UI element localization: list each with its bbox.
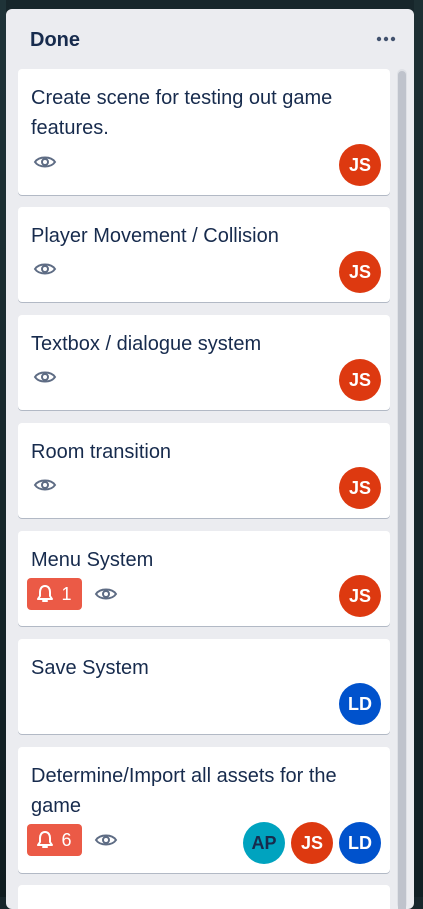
- card-title: Save System: [31, 657, 149, 679]
- eye-icon: [33, 261, 57, 277]
- card-title: Textbox / dialogue system: [31, 333, 262, 355]
- notification-badge[interactable]: 1: [27, 578, 82, 610]
- avatar-ld[interactable]: LD: [339, 822, 381, 864]
- list-title[interactable]: Done: [30, 29, 80, 52]
- bell-icon: [37, 585, 54, 602]
- eye-icon: [33, 477, 57, 493]
- list-header: Done: [6, 9, 414, 69]
- avatar-js[interactable]: JS: [339, 144, 381, 186]
- list-scrollbar[interactable]: [397, 69, 407, 909]
- card-create-scene[interactable]: Create scene for testing out game featur…: [18, 69, 390, 195]
- avatar-js[interactable]: JS: [339, 251, 381, 293]
- avatar-ap[interactable]: AP: [243, 822, 285, 864]
- avatar-js[interactable]: JS: [339, 359, 381, 401]
- card-title: Determine/Import all assets for the game: [31, 765, 337, 817]
- card-title: Player Movement / Collision: [31, 225, 279, 247]
- avatar-js[interactable]: JS: [339, 575, 381, 617]
- avatar-js[interactable]: JS: [339, 467, 381, 509]
- board-background-right: [414, 0, 423, 897]
- notification-count: 6: [61, 829, 72, 850]
- card-player-movement[interactable]: Player Movement / Collision JS: [18, 207, 390, 302]
- card-partial[interactable]: [18, 885, 390, 909]
- card-room-transition[interactable]: Room transition JS: [18, 423, 390, 518]
- list-menu-button[interactable]: [372, 27, 400, 51]
- avatar-js[interactable]: JS: [291, 822, 333, 864]
- bell-icon: [37, 831, 54, 848]
- card-title: Create scene for testing out game featur…: [31, 87, 333, 139]
- notification-badge[interactable]: 6: [27, 824, 82, 856]
- eye-icon: [33, 369, 57, 385]
- card-save-system[interactable]: Save System LD: [18, 639, 390, 734]
- eye-icon: [33, 154, 57, 170]
- eye-icon: [94, 586, 118, 602]
- list-done: Done Create scene for testing out game f…: [6, 9, 414, 909]
- card-textbox-dialogue[interactable]: Textbox / dialogue system JS: [18, 315, 390, 410]
- eye-icon: [94, 832, 118, 848]
- notification-count: 1: [61, 583, 72, 604]
- card-title: Menu System: [31, 549, 154, 571]
- avatar-ld[interactable]: LD: [339, 683, 381, 725]
- card-determine-import-assets[interactable]: Determine/Import all assets for the game…: [18, 747, 390, 873]
- card-menu-system[interactable]: Menu System 1 JS: [18, 531, 390, 626]
- card-title: Room transition: [31, 441, 172, 463]
- list-scrollbar-thumb[interactable]: [398, 71, 406, 909]
- more-dots-icon: [376, 36, 396, 42]
